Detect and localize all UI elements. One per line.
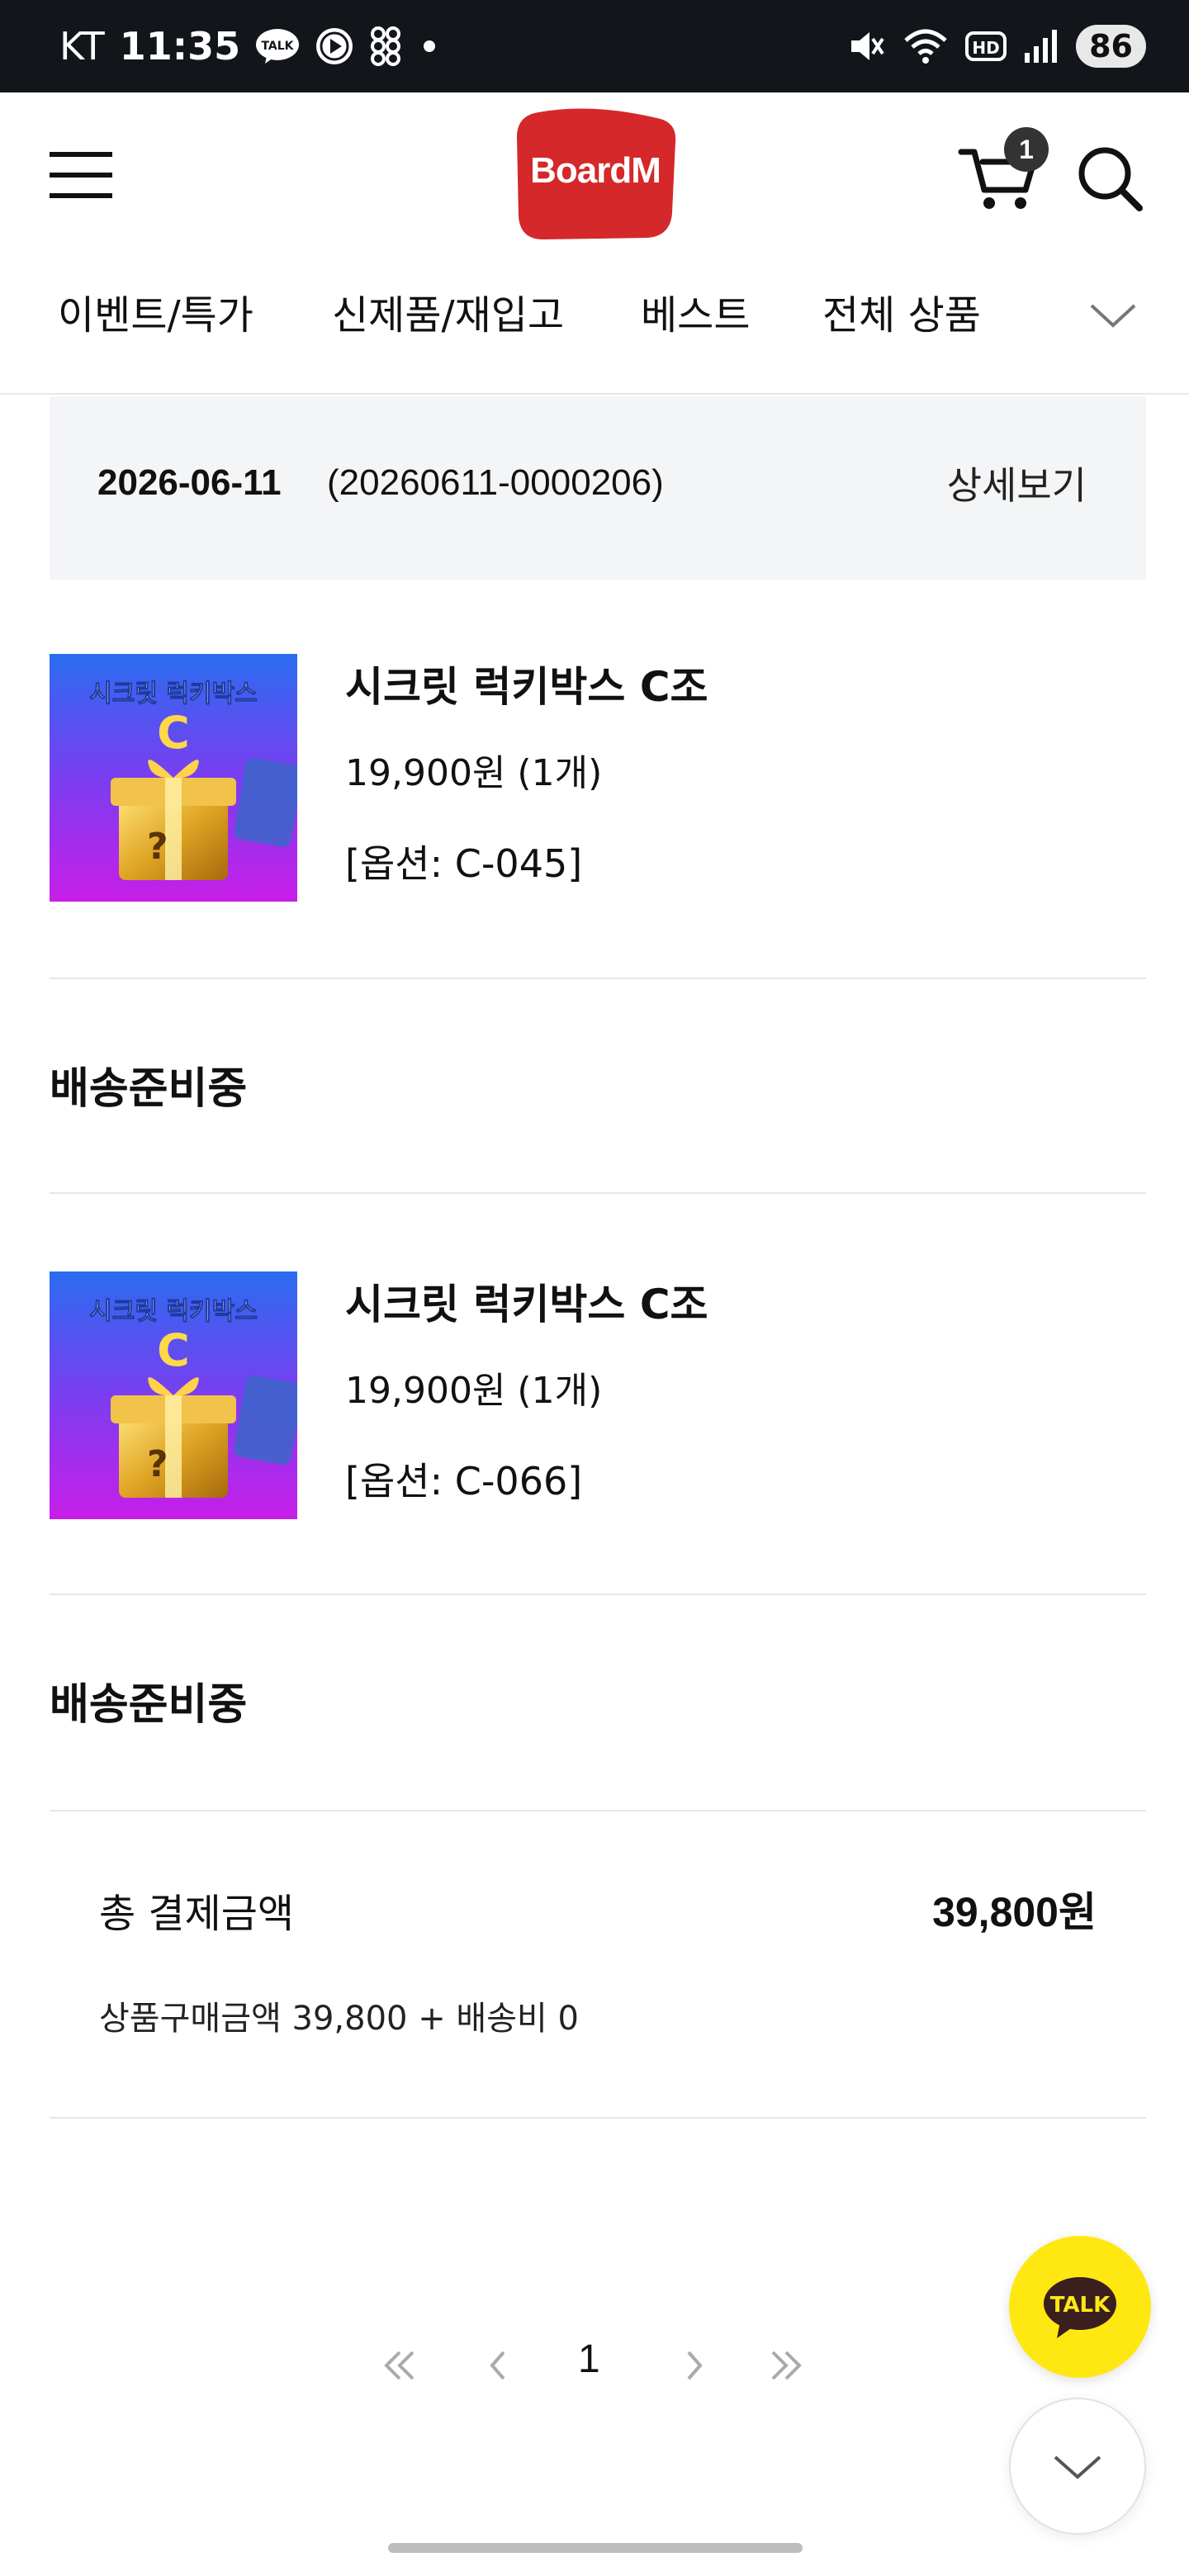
divider xyxy=(50,1192,1146,1194)
product-name[interactable]: 시크릿 럭키박스 C조 xyxy=(345,1271,708,1331)
product-price: 19,900원 (1개) xyxy=(345,1370,603,1412)
product-thumbnail[interactable]: 시크릿 럭키박스 C ? xyxy=(50,1271,297,1519)
svg-text:TALK: TALK xyxy=(262,40,295,53)
home-indicator[interactable] xyxy=(388,2543,803,2553)
status-bar: KT 11:35 TALK HD 86 xyxy=(0,0,1189,92)
divider xyxy=(50,978,1146,979)
top-header: BoardM 1 xyxy=(0,92,1189,249)
wifi-icon xyxy=(902,27,949,65)
category-all-products[interactable]: 전체 상품 xyxy=(822,282,981,340)
last-page-icon[interactable] xyxy=(761,2337,811,2394)
chevron-down-icon xyxy=(1054,2455,1101,2479)
play-notification-icon xyxy=(315,26,354,66)
kakaotalk-notification-icon: TALK xyxy=(255,28,300,64)
delivery-status: 배송준비중 xyxy=(50,1064,248,1114)
svg-text:HD: HD xyxy=(972,38,999,58)
order-header: 2026-06-11 (20260611-0000206) 상세보기 xyxy=(50,396,1146,580)
cart-count-badge: 1 xyxy=(1004,127,1049,172)
brand-logo-text: BoardM xyxy=(530,150,661,191)
chevron-down-icon[interactable] xyxy=(1088,299,1138,332)
app-notification-icon xyxy=(369,25,402,68)
delivery-status: 배송준비중 xyxy=(50,1680,248,1730)
divider xyxy=(50,1810,1146,1811)
product-name[interactable]: 시크릿 럭키박스 C조 xyxy=(345,654,708,713)
order-date: 2026-06-11 xyxy=(97,462,282,503)
category-new-restock[interactable]: 신제품/재입고 xyxy=(332,282,564,340)
svg-text:C: C xyxy=(157,707,190,759)
status-right: HD 86 xyxy=(848,25,1146,68)
order-detail-link[interactable]: 상세보기 xyxy=(947,456,1087,510)
battery-indicator: 86 xyxy=(1076,25,1146,68)
status-left: KT 11:35 TALK xyxy=(59,24,442,69)
mute-icon xyxy=(848,27,886,65)
clock: 11:35 xyxy=(119,24,241,69)
product-option: [옵션: C-045] xyxy=(345,841,583,886)
total-payment-value: 39,800원 xyxy=(932,1889,1097,1935)
brand-logo[interactable]: BoardM xyxy=(510,104,680,244)
divider xyxy=(50,1593,1146,1595)
prev-page-icon[interactable] xyxy=(477,2337,519,2394)
product-price: 19,900원 (1개) xyxy=(345,752,603,794)
svg-text:?: ? xyxy=(147,826,168,868)
signal-icon xyxy=(1023,28,1059,64)
order-number: (20260611-0000206) xyxy=(327,462,664,503)
order-item: 시크릿 럭키박스 C ? 시크릿 럭키박스 C조 19,900원 (1개) [옵… xyxy=(50,1271,1146,1519)
category-events[interactable]: 이벤트/특가 xyxy=(58,282,253,340)
product-thumbnail[interactable]: 시크릿 럭키박스 C ? xyxy=(50,654,297,902)
scroll-down-button[interactable] xyxy=(1009,2398,1146,2535)
product-option: [옵션: C-066] xyxy=(345,1459,583,1503)
svg-text:C: C xyxy=(157,1324,190,1376)
next-page-icon[interactable] xyxy=(674,2337,715,2394)
svg-text:시크릿 럭키박스: 시크릿 럭키박스 xyxy=(89,680,258,708)
carrier-label: KT xyxy=(59,24,105,69)
category-nav: 이벤트/특가 신제품/재입고 베스트 전체 상품 xyxy=(0,249,1189,395)
svg-text:?: ? xyxy=(147,1443,168,1485)
divider xyxy=(50,2117,1146,2119)
kakaotalk-chat-button[interactable]: TALK xyxy=(1009,2236,1151,2378)
hd-icon: HD xyxy=(965,30,1007,63)
first-page-icon[interactable] xyxy=(375,2337,424,2394)
payment-breakdown: 상품구매금액 39,800 + 배송비 0 xyxy=(99,2000,579,2038)
svg-text:시크릿 럭키박스: 시크릿 럭키박스 xyxy=(89,1297,258,1326)
category-best[interactable]: 베스트 xyxy=(641,282,750,340)
order-item: 시크릿 럭키박스 C ? 시크릿 럭키박스 C조 19,900원 (1개) [옵… xyxy=(50,654,1146,902)
current-page[interactable]: 1 xyxy=(578,2337,600,2382)
menu-icon[interactable] xyxy=(50,152,112,198)
svg-text:TALK: TALK xyxy=(1050,2293,1111,2318)
dot-notification-icon xyxy=(417,38,442,54)
total-payment-label: 총 결제금액 xyxy=(99,1891,295,1937)
search-icon[interactable] xyxy=(1073,142,1148,216)
